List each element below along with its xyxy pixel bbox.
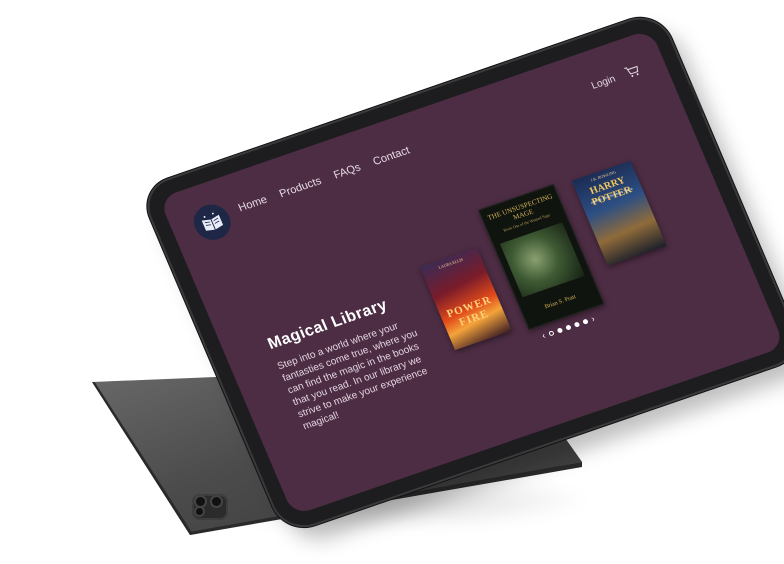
nav-faqs[interactable]: FAQs <box>332 161 363 181</box>
carousel-next-button[interactable]: › <box>589 313 596 323</box>
carousel-dot[interactable] <box>564 323 572 331</box>
carousel-dot[interactable] <box>581 318 589 325</box>
carousel-dot[interactable] <box>573 320 581 328</box>
nav-products[interactable]: Products <box>278 175 324 200</box>
carousel-prev-button[interactable]: ‹ <box>540 330 547 340</box>
account-nav: Login <box>589 63 643 93</box>
camera-module-icon <box>192 494 228 520</box>
carousel-dot[interactable] <box>548 330 555 336</box>
carousel-dot[interactable] <box>556 326 564 334</box>
book-author: LAURA ELLIS <box>437 256 464 270</box>
book-cover-power-fire[interactable]: LAURA ELLIS POWER FIRE <box>419 247 512 351</box>
nav-contact[interactable]: Contact <box>371 145 412 168</box>
book-title: POWER FIRE <box>444 294 494 329</box>
book-cover-harry-potter[interactable]: J.K. ROWLING HARRY POTTER and the Philos… <box>571 160 667 266</box>
login-link[interactable]: Login <box>590 74 617 92</box>
open-book-icon[interactable] <box>188 199 237 245</box>
cover-art <box>499 222 585 298</box>
nav-home[interactable]: Home <box>237 194 269 215</box>
cart-icon[interactable] <box>624 63 643 81</box>
